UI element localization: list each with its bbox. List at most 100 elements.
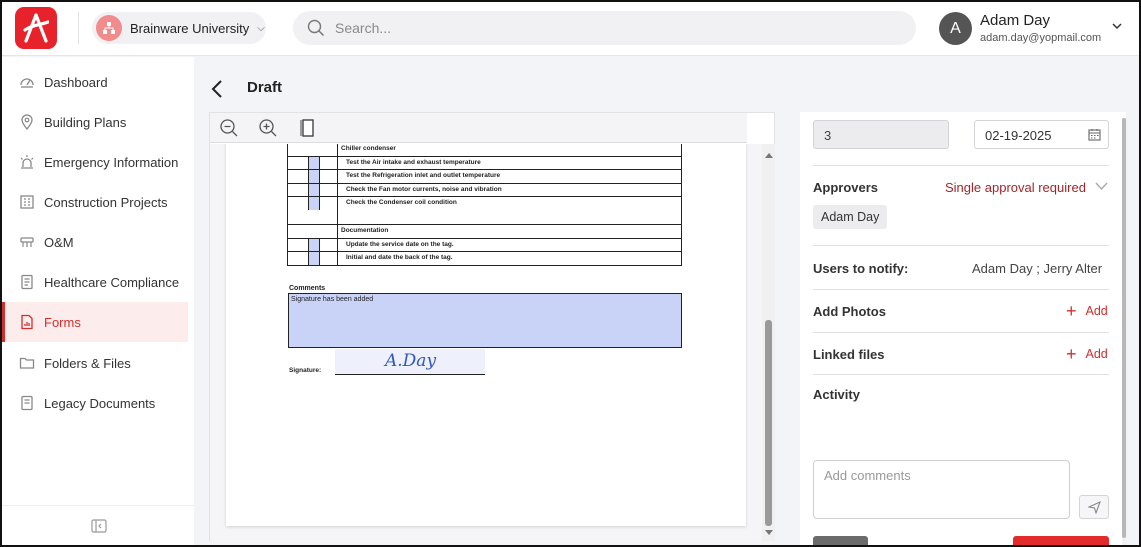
sidebar-item-label: O&M <box>44 234 74 250</box>
add-label: Add <box>1085 304 1108 318</box>
sidebar-item-label: Construction Projects <box>44 194 168 210</box>
checkbox-field[interactable] <box>287 169 338 184</box>
section-header: Chiller condenser <box>337 144 682 157</box>
checklist-item: Test the Air intake and exhaust temperat… <box>337 155 682 170</box>
plus-icon: + <box>1066 301 1077 321</box>
divider <box>813 245 1109 246</box>
signature-image: A.Day <box>383 351 436 371</box>
document-icon <box>18 394 36 412</box>
sidebar-item-label: Folders & Files <box>44 355 131 371</box>
sidebar: Dashboard Building Plans Emergency Infor… <box>2 57 194 545</box>
add-photos-button[interactable]: + Add <box>1066 301 1108 321</box>
zoom-out-button[interactable] <box>217 116 241 140</box>
app-logo-icon[interactable] <box>15 7 57 49</box>
table-row: Test the Refrigeration inlet and outlet … <box>287 169 682 184</box>
checklist-table: Chiller condenser Test the Air intake an… <box>287 144 682 266</box>
sidebar-item-folders-files[interactable]: Folders & Files <box>2 343 188 383</box>
checklist-item: Initial and date the back of the tag. <box>337 251 682 266</box>
calendar-icon[interactable] <box>1088 128 1101 141</box>
search-bar[interactable] <box>293 11 916 45</box>
back-arrow-icon[interactable] <box>210 79 224 99</box>
org-name: Brainware University <box>130 20 250 36</box>
sidebar-item-building-plans[interactable]: Building Plans <box>2 102 188 142</box>
send-button[interactable] <box>1079 495 1109 519</box>
divider <box>813 332 1109 333</box>
approval-mode-dropdown[interactable]: Single approval required <box>945 180 1086 195</box>
organization-icon <box>96 15 122 41</box>
panel-scrollbar[interactable] <box>1122 118 1127 545</box>
comments-field[interactable]: Signature has been added <box>288 293 682 348</box>
checklist-item: Update the service date on the tag. <box>337 237 682 252</box>
document-page: Chiller condenser Test the Air intake an… <box>226 144 746 526</box>
signature-field[interactable]: A.Day <box>335 349 485 375</box>
comments-label: Comments <box>289 285 326 292</box>
secondary-action-button[interactable] <box>813 536 868 545</box>
divider <box>78 12 79 44</box>
sidebar-item-healthcare-compliance[interactable]: Healthcare Compliance <box>2 262 188 302</box>
comment-input[interactable]: Add comments <box>813 460 1070 519</box>
viewer-scrollbar[interactable] <box>762 144 775 541</box>
checkbox-field[interactable] <box>287 155 338 170</box>
scrollbar-thumb[interactable] <box>1122 118 1126 538</box>
document-list-icon <box>18 273 36 291</box>
zoom-in-button[interactable] <box>256 116 280 140</box>
sidebar-item-label: Legacy Documents <box>44 395 156 411</box>
tools-icon <box>18 233 36 251</box>
page-title: Draft <box>247 79 283 96</box>
sidebar-item-construction-projects[interactable]: Construction Projects <box>2 182 188 222</box>
sidebar-item-emergency-information[interactable]: Emergency Information <box>2 142 188 182</box>
primary-action-button[interactable] <box>1013 536 1109 545</box>
sidebar-item-o-and-m[interactable]: O&M <box>2 222 188 262</box>
approvers-label: Approvers <box>813 180 879 195</box>
table-row: Initial and date the back of the tag. <box>287 251 682 266</box>
sidebar-item-dashboard[interactable]: Dashboard <box>2 62 188 102</box>
details-panel: 3 02-19-2025 Approvers Single approval r… <box>800 112 1126 545</box>
checklist-item: Check the Fan motor currents, noise and … <box>337 182 682 197</box>
page-icon <box>300 119 314 137</box>
scroll-down-icon[interactable] <box>765 530 773 536</box>
avatar[interactable]: A <box>939 12 972 45</box>
checkbox-field[interactable] <box>287 182 338 197</box>
zoom-out-icon <box>220 119 238 137</box>
approver-chip[interactable]: Adam Day <box>813 205 888 229</box>
search-input[interactable] <box>335 20 895 36</box>
sidebar-item-forms[interactable]: Forms <box>2 302 188 342</box>
table-row: Check the Condenser coil condition <box>287 196 682 225</box>
chevron-down-icon[interactable] <box>1095 181 1108 191</box>
notify-users[interactable]: Adam Day ; Jerry Alter <box>972 261 1102 276</box>
user-email: adam.day@yopmail.com <box>980 32 1102 44</box>
form-chart-icon <box>18 313 36 331</box>
alarm-light-icon <box>18 153 36 171</box>
scrollbar-thumb[interactable] <box>765 320 772 526</box>
add-linked-file-button[interactable]: + Add <box>1066 345 1108 363</box>
date-value: 02-19-2025 <box>985 128 1052 143</box>
viewer-toolbar <box>210 113 747 143</box>
sidebar-item-legacy-documents[interactable]: Legacy Documents <box>2 383 188 423</box>
divider <box>813 374 1109 375</box>
user-name: Adam Day <box>980 12 1051 29</box>
divider <box>813 289 1109 290</box>
checkbox-field[interactable] <box>287 237 338 252</box>
divider <box>813 165 1109 166</box>
user-menu-chevron-icon[interactable] <box>1111 20 1123 32</box>
sidebar-item-label: Building Plans <box>44 114 127 130</box>
top-bar: Brainware University ⌵ A Adam Day adam.d… <box>0 0 1141 56</box>
sidebar-item-label: Forms <box>44 314 81 330</box>
send-icon <box>1087 500 1101 514</box>
checkbox-field[interactable] <box>287 251 338 266</box>
fit-page-button[interactable] <box>296 116 320 140</box>
checkbox-field[interactable] <box>287 196 338 225</box>
add-photos-label: Add Photos <box>813 304 886 319</box>
table-row: Documentation <box>287 224 682 239</box>
notify-label: Users to notify: <box>813 261 909 276</box>
folder-icon <box>18 354 36 372</box>
checklist-item: Test the Refrigeration inlet and outlet … <box>337 169 682 184</box>
collapse-sidebar-icon[interactable] <box>91 519 107 533</box>
scroll-up-icon[interactable] <box>765 152 773 158</box>
table-row: Check the Fan motor currents, noise and … <box>287 182 682 197</box>
checklist-item: Check the Condenser coil condition <box>337 196 682 225</box>
org-selector[interactable]: Brainware University ⌵ <box>92 12 266 44</box>
date-field[interactable]: 02-19-2025 <box>974 120 1109 149</box>
chevron-down-icon: ⌵ <box>257 22 265 34</box>
number-field[interactable]: 3 <box>813 120 949 149</box>
